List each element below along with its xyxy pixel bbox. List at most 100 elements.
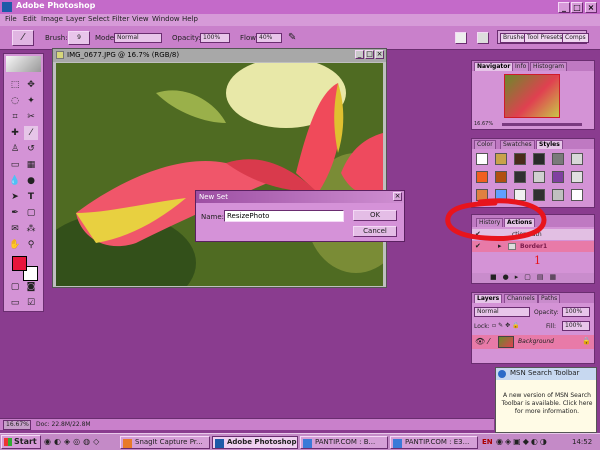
close-button[interactable]: × <box>585 2 597 13</box>
eraser-icon[interactable]: ▭ <box>8 158 22 172</box>
menu-layer[interactable]: Layer <box>66 15 86 23</box>
doc-minimize-button[interactable]: _ <box>355 50 364 59</box>
flow-input[interactable]: 40% <box>256 33 282 43</box>
eyedropper-icon[interactable]: ⁂ <box>24 222 38 236</box>
quick-mask-on-icon[interactable]: ◙ <box>24 280 38 294</box>
task-pantip-2[interactable]: PANTIP.COM : E3... <box>390 436 478 449</box>
menu-view[interactable]: View <box>132 15 149 23</box>
quick-mask-off-icon[interactable]: ▢ <box>8 280 22 294</box>
zoom-icon[interactable]: ⚲ <box>24 238 38 252</box>
task-pantip-1[interactable]: PANTIP.COM : B... <box>300 436 388 449</box>
adobe-online-icon[interactable] <box>6 56 41 72</box>
menu-file[interactable]: File <box>5 15 17 23</box>
tab-navigator[interactable]: Navigator <box>474 62 514 71</box>
healing-brush-icon[interactable]: ✚ <box>8 126 22 140</box>
layer-row-background[interactable]: 👁 ⁄ Background 🔒 <box>472 335 594 349</box>
magic-wand-icon[interactable]: ✦ <box>24 94 38 108</box>
foreground-color-swatch[interactable] <box>12 256 27 271</box>
style-swatch[interactable] <box>476 153 488 165</box>
brush-icon[interactable]: ⁄ <box>24 126 38 140</box>
menu-edit[interactable]: Edit <box>23 15 37 23</box>
set-name-input[interactable] <box>224 210 344 222</box>
menu-help[interactable]: Help <box>182 15 198 23</box>
system-tray-icons[interactable]: ◉◈▣◆◐◑ <box>496 437 562 448</box>
mode-dropdown[interactable]: Normal <box>114 33 162 43</box>
crop-icon[interactable]: ⌗ <box>8 110 22 124</box>
status-doc-size[interactable]: Doc: 22.8M/22.8M <box>36 421 91 428</box>
lasso-icon[interactable]: ◌ <box>8 94 22 108</box>
tab-channels[interactable]: Channels <box>504 294 538 303</box>
opacity-input[interactable]: 100% <box>200 33 230 43</box>
menu-select[interactable]: Select <box>88 15 110 23</box>
style-swatch[interactable] <box>571 189 583 201</box>
blend-mode-dropdown[interactable]: Normal <box>474 307 530 317</box>
doc-close-button[interactable]: × <box>375 50 384 59</box>
tab-paths[interactable]: Paths <box>538 294 561 303</box>
menu-image[interactable]: Image <box>41 15 63 23</box>
move-icon[interactable]: ✥ <box>24 78 38 92</box>
blur-icon[interactable]: 💧 <box>8 174 22 188</box>
task-snagit[interactable]: SnagIt Capture Pr... <box>120 436 210 449</box>
shape-icon[interactable]: ▢ <box>24 206 38 220</box>
eye-icon[interactable]: 👁 <box>475 337 485 346</box>
tab-info[interactable]: Info <box>512 62 530 71</box>
lock-options[interactable]: ▫✎✥🔒 <box>492 322 526 330</box>
navigator-zoom-slider[interactable] <box>502 123 582 126</box>
status-zoom[interactable]: 16.67% <box>3 420 31 430</box>
style-swatch[interactable] <box>552 189 564 201</box>
task-photoshop[interactable]: Adobe Photoshop <box>212 436 298 449</box>
cancel-button[interactable]: Cancel <box>353 226 397 237</box>
layer-opacity-input[interactable]: 100% <box>562 307 590 317</box>
hand-icon[interactable]: ✋ <box>8 238 22 252</box>
style-swatch[interactable] <box>495 153 507 165</box>
style-swatch[interactable] <box>476 171 488 183</box>
navigator-thumbnail[interactable] <box>504 74 560 118</box>
dialog-close-button[interactable]: × <box>393 192 402 201</box>
image-canvas[interactable] <box>56 63 383 286</box>
quick-launch[interactable]: ◉◐◈◎◍◇ <box>44 437 116 448</box>
well-tab-tool-presets[interactable]: Tool Presets <box>524 33 566 43</box>
marquee-icon[interactable]: ⬚ <box>8 78 22 92</box>
tab-styles[interactable]: Styles <box>536 140 563 149</box>
style-swatch[interactable] <box>514 153 526 165</box>
maximize-button[interactable]: □ <box>571 2 583 13</box>
dodge-icon[interactable]: ● <box>24 174 38 188</box>
navigator-zoom[interactable]: 16.67% <box>474 121 493 127</box>
slice-icon[interactable]: ✂ <box>24 110 38 124</box>
gradient-icon[interactable]: ▦ <box>24 158 38 172</box>
style-swatch[interactable] <box>533 153 545 165</box>
history-brush-icon[interactable]: ↺ <box>24 142 38 156</box>
minimize-button[interactable]: _ <box>558 2 570 13</box>
brush-size-picker[interactable]: 9 <box>68 31 90 45</box>
screen-mode-icon[interactable]: ▭ <box>8 296 22 310</box>
path-selection-icon[interactable]: ➤ <box>8 190 22 204</box>
tab-color[interactable]: Color <box>474 140 496 149</box>
language-indicator[interactable]: EN <box>482 438 493 446</box>
jump-to-imageready-icon[interactable]: ☑ <box>24 296 38 310</box>
well-tab-comps[interactable]: Comps <box>562 33 589 43</box>
msn-message[interactable]: A new version of MSN Search Toolbar is a… <box>500 392 594 416</box>
style-swatch[interactable] <box>514 171 526 183</box>
fill-input[interactable]: 100% <box>562 321 590 331</box>
notes-icon[interactable]: ✉ <box>8 222 22 236</box>
style-swatch[interactable] <box>552 153 564 165</box>
airbrush-icon[interactable]: ✎ <box>288 32 296 43</box>
brush-tool-preset-picker[interactable]: ⁄ <box>12 30 34 46</box>
menu-filter[interactable]: Filter <box>112 15 129 23</box>
clone-stamp-icon[interactable]: ♙ <box>8 142 22 156</box>
pen-icon[interactable]: ✒ <box>8 206 22 220</box>
msn-notification[interactable]: MSN Search Toolbar A new version of MSN … <box>495 367 597 433</box>
menu-window[interactable]: Window <box>152 15 180 23</box>
type-icon[interactable]: T <box>24 190 38 204</box>
style-swatch[interactable] <box>495 171 507 183</box>
style-swatch[interactable] <box>533 171 545 183</box>
style-swatch[interactable] <box>571 153 583 165</box>
doc-maximize-button[interactable]: □ <box>365 50 374 59</box>
tab-layers[interactable]: Layers <box>474 294 503 303</box>
tab-swatches[interactable]: Swatches <box>500 140 535 149</box>
start-button[interactable]: Start <box>1 435 41 449</box>
ok-button[interactable]: OK <box>353 210 397 221</box>
style-swatch[interactable] <box>571 171 583 183</box>
tab-histogram[interactable]: Histogram <box>530 62 568 71</box>
file-browser-icon[interactable] <box>455 32 467 44</box>
